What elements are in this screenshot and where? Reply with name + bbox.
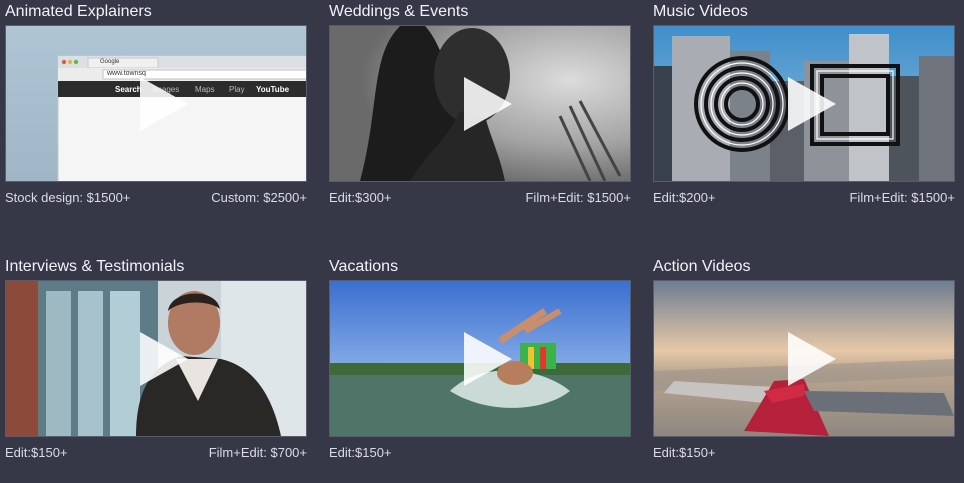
play-icon[interactable] [788, 331, 836, 386]
tile-title: Animated Explainers [5, 3, 152, 20]
price-row: Stock design: $1500+ Custom: $2500+ [5, 190, 307, 205]
video-thumbnail[interactable] [653, 25, 955, 182]
price-row: Edit:$200+ Film+Edit: $1500+ [653, 190, 955, 205]
tile-title: Interviews & Testimonials [5, 258, 185, 275]
video-thumbnail[interactable] [5, 280, 307, 437]
price-right: Film+Edit: $700+ [208, 445, 307, 460]
price-row: Edit:$300+ Film+Edit: $1500+ [329, 190, 631, 205]
price-left: Edit:$300+ [329, 190, 392, 205]
browser-nav-search: Search [115, 85, 142, 94]
browser-tab-label: Google [100, 59, 120, 65]
video-tile-weddings-events: Weddings & Events Edit:$300+ Film+Edit: … [329, 1, 631, 205]
price-right: Film+Edit: $1500+ [849, 190, 955, 205]
browser-nav-maps: Maps [195, 85, 215, 94]
price-row: Edit:$150+ [653, 445, 955, 460]
play-icon[interactable] [140, 76, 188, 131]
browser-nav-play: Play [229, 85, 245, 94]
play-icon[interactable] [788, 76, 836, 131]
video-thumbnail[interactable] [653, 280, 955, 437]
play-icon[interactable] [140, 331, 188, 386]
price-row: Edit:$150+ Film+Edit: $700+ [5, 445, 307, 460]
video-thumbnail[interactable]: Google www.townsq Search Images Maps Pla… [5, 25, 307, 182]
play-icon[interactable] [464, 331, 512, 386]
price-left: Edit:$150+ [653, 445, 716, 460]
price-left: Edit:$150+ [5, 445, 68, 460]
video-tile-interviews-testimonials: Interviews & Testimonials Edit:$150+ Fil… [5, 256, 307, 460]
price-right: Custom: $2500+ [211, 190, 307, 205]
video-tile-vacations: Vacations Edit:$150+ [329, 256, 631, 460]
video-tile-music-videos: Music Videos Edit:$200+ Film+Edit: $1500… [653, 1, 955, 205]
tile-title: Action Videos [653, 258, 751, 275]
price-left: Edit:$150+ [329, 445, 392, 460]
tile-title: Weddings & Events [329, 3, 469, 20]
video-thumbnail[interactable] [329, 280, 631, 437]
video-tile-animated-explainers: Animated Explainers Google www.townsq Se… [5, 1, 307, 205]
video-tile-action-videos: Action Videos Edit:$150+ [653, 256, 955, 460]
browser-nav-youtube: YouTube [256, 85, 290, 94]
price-left: Stock design: $1500+ [5, 190, 131, 205]
tile-title: Vacations [329, 258, 399, 275]
price-right: Film+Edit: $1500+ [525, 190, 631, 205]
price-row: Edit:$150+ [329, 445, 631, 460]
play-icon[interactable] [464, 76, 512, 131]
tile-title: Music Videos [653, 3, 748, 20]
video-thumbnail[interactable] [329, 25, 631, 182]
price-left: Edit:$200+ [653, 190, 716, 205]
